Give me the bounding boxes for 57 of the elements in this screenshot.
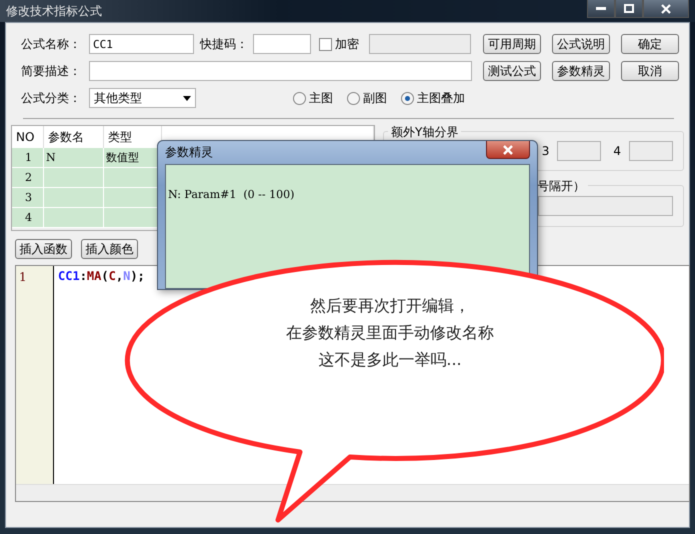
window-title: 参数精灵 — [165, 144, 213, 161]
field-label: 4 — [613, 144, 621, 158]
minimize-icon — [596, 6, 606, 10]
table-cell: 2 — [12, 168, 44, 188]
param-wizard-button[interactable]: 参数精灵 — [552, 61, 610, 81]
column-header: 参数名 — [44, 126, 104, 148]
description-input[interactable] — [89, 61, 472, 81]
chart-radio[interactable]: 主图叠加 — [401, 90, 465, 106]
field-label: 简要描述： — [21, 62, 82, 80]
field-label: 公式名称： — [21, 36, 82, 52]
password-input[interactable] — [369, 34, 471, 54]
insert-button[interactable]: 插入函数 — [15, 239, 72, 259]
column-header: NO — [12, 126, 44, 148]
close-button[interactable] — [486, 141, 530, 159]
table-cell: 3 — [12, 188, 44, 208]
callout-text: 然后要再次打开编辑， — [310, 295, 470, 317]
table-cell: 4 — [12, 208, 44, 228]
formula-info-button[interactable]: 公式说明 — [552, 34, 610, 54]
field-label: 公式分类： — [21, 90, 82, 106]
column-header: 类型 — [104, 126, 162, 148]
horizontal-scrollbar[interactable] — [16, 484, 689, 501]
param-text: N: Param#1 (0 -- 100) — [168, 188, 294, 201]
code-line: CC1:MA(C,N); — [57, 268, 145, 285]
ok-button[interactable]: 确定 — [621, 34, 679, 54]
table-cell — [44, 208, 104, 228]
maximize-icon — [624, 4, 634, 13]
chart-radio[interactable]: 副图 — [347, 90, 387, 106]
close-icon — [661, 4, 671, 14]
table-cell — [44, 188, 104, 208]
axis-input[interactable] — [557, 141, 602, 161]
callout-text: 在参数精灵里面手动修改名称 — [286, 322, 494, 344]
checkbox-label: 加密 — [335, 36, 360, 52]
table-cell: N — [44, 148, 104, 168]
category-dropdown[interactable]: 其他类型 — [89, 88, 196, 108]
insert-button[interactable]: 插入颜色 — [81, 239, 138, 259]
table-cell — [44, 168, 104, 188]
name-input[interactable]: CC1 — [89, 34, 194, 54]
chart-radio[interactable]: 主图 — [293, 90, 333, 106]
text-input[interactable] — [538, 196, 673, 216]
close-icon — [503, 144, 513, 154]
shortcut-input[interactable] — [253, 34, 311, 54]
test-formula-button[interactable]: 测试公式 — [483, 61, 541, 81]
window-title: 修改技术指标公式 — [6, 2, 102, 20]
group-title: 额外Y轴分界 — [388, 124, 462, 141]
encrypt-checkbox[interactable] — [319, 38, 332, 50]
callout-text: 这不是多此一举吗... — [318, 349, 462, 371]
periods-button[interactable]: 可用周期 — [483, 34, 541, 54]
field-label: 快捷码： — [200, 36, 249, 52]
line-number: 1 — [19, 270, 28, 284]
axis-input[interactable] — [629, 141, 673, 161]
maximize-button[interactable] — [615, 0, 643, 18]
table-cell: 1 — [12, 148, 44, 168]
close-button[interactable] — [643, 0, 689, 18]
field-label: 3 — [542, 144, 550, 158]
cancel-button[interactable]: 取消 — [621, 61, 679, 81]
minimize-button[interactable] — [587, 0, 615, 18]
caret-icon — [183, 96, 191, 100]
